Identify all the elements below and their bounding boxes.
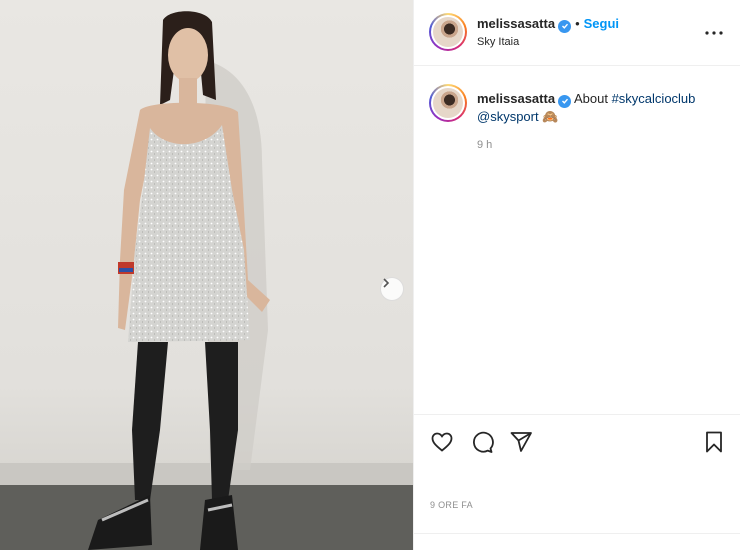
like-button[interactable] xyxy=(430,430,454,459)
header-username[interactable]: melissasatta xyxy=(477,16,555,31)
more-options-button[interactable] xyxy=(705,22,723,40)
post-photo[interactable] xyxy=(0,0,413,550)
action-bar xyxy=(414,414,740,470)
caption: melissasatta About #skycalcioclub @skysp… xyxy=(477,90,727,126)
caption-emoji: 🙈 xyxy=(542,109,559,124)
avatar[interactable] xyxy=(429,13,467,51)
caption-avatar[interactable] xyxy=(429,84,467,122)
add-comment-bar[interactable] xyxy=(414,533,740,550)
caption-mention[interactable]: @skysport xyxy=(477,109,539,124)
share-button[interactable] xyxy=(509,430,533,459)
save-button[interactable] xyxy=(702,430,726,459)
post-detail-panel: melissasatta • Segui Sky Itaia melissasatt… xyxy=(413,0,740,550)
post-header: melissasatta • Segui Sky Itaia xyxy=(414,0,740,66)
carousel-next-button[interactable] xyxy=(380,277,404,301)
comment-icon xyxy=(473,431,494,453)
chevron-right-icon xyxy=(383,278,390,288)
location-link[interactable]: Sky Itaia xyxy=(477,36,519,48)
header-user-row: melissasatta • Segui xyxy=(477,15,619,33)
caption-timestamp: 9 h xyxy=(477,139,493,151)
heart-icon xyxy=(431,432,453,452)
caption-hashtag[interactable]: #skycalcioclub xyxy=(612,91,696,106)
verified-badge-icon xyxy=(558,94,572,108)
more-horizontal-icon xyxy=(705,31,723,35)
post-date: 9 ORE FA xyxy=(430,500,473,510)
caption-username[interactable]: melissasatta xyxy=(477,91,555,106)
bookmark-icon xyxy=(706,431,722,453)
caption-text: About xyxy=(573,91,608,106)
follow-button[interactable]: Segui xyxy=(584,16,619,31)
verified-badge-icon xyxy=(558,19,572,33)
share-icon xyxy=(510,432,532,452)
header-separator: • xyxy=(575,16,580,31)
post-photo-illustration xyxy=(0,11,413,550)
comment-button[interactable] xyxy=(470,430,494,459)
